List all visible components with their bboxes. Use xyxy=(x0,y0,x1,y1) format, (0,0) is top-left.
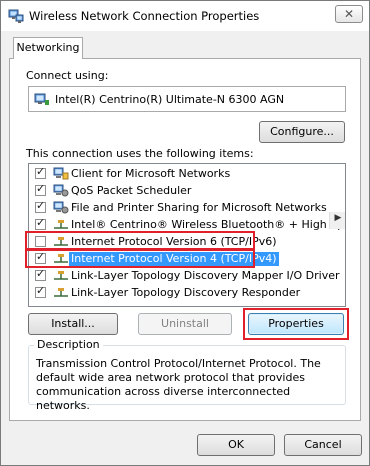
highlight-properties xyxy=(243,308,349,340)
check-icon: ✓ xyxy=(36,165,46,178)
network-service-icon xyxy=(53,184,69,197)
item-label: Intel® Centrino® Wireless Bluetooth® + H… xyxy=(71,218,345,231)
ok-button[interactable]: OK xyxy=(197,434,275,456)
list-item[interactable]: ✓ File and Printer Sharing for Microsoft… xyxy=(29,199,345,217)
network-service-icon xyxy=(53,201,69,214)
list-item[interactable]: ✓ Link-Layer Topology Discovery Mapper I… xyxy=(29,267,345,285)
uninstall-button[interactable]: Uninstall xyxy=(138,313,232,335)
adapter-name: Intel(R) Centrino(R) Ultimate-N 6300 AGN xyxy=(55,93,285,106)
cancel-button[interactable]: Cancel xyxy=(284,434,362,456)
item-label: Client for Microsoft Networks xyxy=(71,167,231,180)
protocol-icon xyxy=(54,288,68,297)
checkbox[interactable]: ✓ xyxy=(35,199,46,213)
close-icon: ✕ xyxy=(343,7,355,21)
checkbox[interactable]: ✓ xyxy=(35,216,46,230)
adapter-field[interactable]: Intel(R) Centrino(R) Ultimate-N 6300 AGN xyxy=(28,86,346,112)
list-item[interactable]: ✓ Client for Microsoft Networks xyxy=(29,165,345,183)
install-button[interactable]: Install... xyxy=(28,313,118,335)
check-icon: ✓ xyxy=(36,182,46,195)
highlight-ipv4 xyxy=(25,248,255,268)
window-title: Wireless Network Connection Properties xyxy=(29,9,260,23)
checkbox[interactable]: ✓ xyxy=(35,182,46,196)
scroll-right-button[interactable]: ▶ xyxy=(329,212,345,229)
check-icon: ✓ xyxy=(36,267,46,280)
item-label: Link-Layer Topology Discovery Mapper I/O… xyxy=(71,269,340,282)
description-text: Transmission Control Protocol/Internet P… xyxy=(36,357,321,412)
network-connection-icon xyxy=(8,9,24,23)
check-icon: ✓ xyxy=(36,199,46,212)
connect-using-label: Connect using: xyxy=(26,69,109,82)
protocol-icon xyxy=(54,220,68,229)
networking-panel: Connect using: Intel(R) Centrino(R) Ulti… xyxy=(9,58,361,421)
chevron-right-icon: ▶ xyxy=(334,213,342,223)
items-label: This connection uses the following items… xyxy=(26,147,254,160)
check-icon: ✓ xyxy=(36,216,46,229)
protocol-icon xyxy=(54,271,68,280)
list-item[interactable]: ✓ QoS Packet Scheduler xyxy=(29,182,345,200)
close-button[interactable]: ✕ xyxy=(335,5,363,23)
configure-button[interactable]: Configure... xyxy=(259,121,345,143)
item-label: QoS Packet Scheduler xyxy=(71,184,192,197)
item-label: Link-Layer Topology Discovery Responder xyxy=(71,286,301,299)
properties-dialog: Wireless Network Connection Properties ✕… xyxy=(0,0,370,466)
checkbox[interactable]: ✓ xyxy=(35,267,46,281)
check-icon: ✓ xyxy=(36,284,46,297)
checkbox[interactable]: ✓ xyxy=(35,165,46,179)
checkbox[interactable]: ✓ xyxy=(35,284,46,298)
list-item[interactable]: ✓ Link-Layer Topology Discovery Responde… xyxy=(29,284,345,302)
title-bar[interactable]: Wireless Network Connection Properties ✕ xyxy=(1,1,369,31)
network-client-icon xyxy=(53,167,69,180)
tab-networking[interactable]: Networking xyxy=(13,37,83,59)
description-legend: Description xyxy=(34,338,103,351)
network-adapter-icon xyxy=(34,93,49,105)
item-label: File and Printer Sharing for Microsoft N… xyxy=(71,201,327,214)
